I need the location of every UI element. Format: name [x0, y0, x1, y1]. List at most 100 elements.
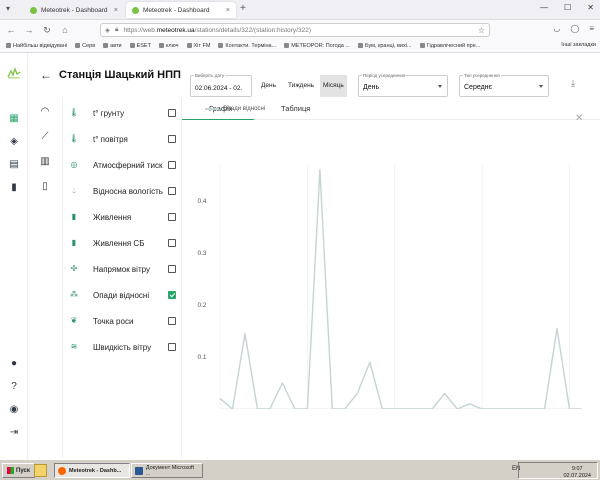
chart-controls: Виберіть дату 02.06.2024 - 02. День Тижд…	[182, 69, 600, 101]
home-icon[interactable]: ⌂	[58, 25, 72, 35]
sensor-label: Швидкість вітру	[93, 342, 152, 352]
bookmark-item[interactable]: ключ	[158, 43, 179, 49]
bookmark-item[interactable]: Хіт FM	[186, 43, 210, 49]
sensor-checkbox[interactable]	[168, 213, 176, 221]
folder-icon	[103, 43, 109, 49]
folder-icon	[75, 43, 81, 49]
bookmark-item[interactable]: METEOPOR: Погода ...	[284, 43, 350, 49]
chevron-down-icon	[438, 85, 442, 88]
sensor-item[interactable]: ≋ Швидкість вітру	[63, 334, 183, 360]
menu-icon[interactable]: ≡	[589, 24, 594, 33]
start-label: Пуск	[16, 467, 30, 474]
windows-taskbar: Пуск Meteotrek - Dashb... Документ Micro…	[0, 459, 600, 480]
radio-icon	[186, 43, 192, 49]
sensor-item[interactable]: ◎ Атмосферний тиск	[63, 152, 183, 178]
download-icon[interactable]: ⤓	[571, 78, 575, 89]
series-line[interactable]	[219, 169, 582, 409]
bookmark-item[interactable]: ESET	[129, 43, 151, 49]
meteotrek-logo	[7, 67, 21, 79]
trending-chart-icon[interactable]: ⟋	[38, 130, 52, 144]
bookmark-item[interactable]: Серв	[75, 43, 95, 49]
sensor-item[interactable]: 🌡︎ t° повітря	[63, 126, 183, 152]
y-tick-label: 0.3	[197, 250, 206, 257]
layers-icon[interactable]: ◈	[8, 136, 20, 148]
close-tab-icon[interactable]: ×	[226, 7, 230, 14]
close-window-icon[interactable]: ✕	[587, 3, 594, 12]
reload-icon[interactable]: ↻	[40, 25, 54, 36]
main-sidebar: ▦ ◈ ▤ ▮ ● ? ◉ ⇥	[0, 53, 28, 459]
sensor-item[interactable]: ▮ Живлення СБ	[63, 230, 183, 256]
sensor-label: Відносна вологість	[93, 186, 163, 196]
folder-icon[interactable]	[34, 464, 47, 477]
close-tab-icon[interactable]: ×	[114, 7, 118, 14]
page-header: ← Станція Шацький НПП	[40, 68, 181, 82]
taskbar-firefox[interactable]: Meteotrek - Dashb...	[54, 463, 130, 478]
sensor-item[interactable]: 🌡︎ t° грунту	[63, 100, 183, 126]
sensor-label: t° грунту	[93, 108, 125, 118]
date-range-field[interactable]: Виберіть дату 02.06.2024 - 02.	[190, 73, 252, 97]
sensor-item[interactable]: 💧︎ Відносна вологість	[63, 178, 183, 204]
bookmark-item[interactable]: Найбільш відвідувані	[6, 43, 67, 49]
sensor-item[interactable]: ✣ Напрямок вітру	[63, 256, 183, 282]
bookmark-item[interactable]: Бум, кранці, вихі...	[357, 43, 412, 49]
sensor-checkbox[interactable]	[168, 317, 176, 325]
start-button[interactable]: Пуск	[2, 463, 35, 478]
back-arrow-icon[interactable]: ←	[40, 68, 52, 82]
sensor-item[interactable]: ⁂ Опади відносні	[63, 282, 183, 308]
clock[interactable]: 9:07 02.07.2024	[563, 466, 591, 480]
sensor-item[interactable]: ▮ Живлення	[63, 204, 183, 230]
bell-icon[interactable]: ●	[8, 358, 20, 370]
page-title: Станція Шацький НПП	[59, 69, 181, 81]
bookmark-star-icon[interactable]: ☆	[478, 26, 485, 35]
other-bookmarks[interactable]: Інші закладки	[561, 42, 596, 48]
sensor-checkbox[interactable]	[168, 187, 176, 195]
sensor-label: Живлення СБ	[93, 238, 145, 248]
user-icon[interactable]: ◉	[8, 404, 20, 416]
browser-tab-2[interactable]: Meteotrek - Dashboard ×	[126, 2, 236, 18]
sensor-checkbox[interactable]	[168, 161, 176, 169]
averaging-period-select[interactable]: Період усереднення День	[358, 73, 448, 97]
sensor-label: t° повітря	[93, 134, 128, 144]
bookmark-item[interactable]: Гідравлічесний пре...	[419, 43, 480, 49]
browser-nav-bar: ← → ↻ ⌂ ◈ 🔒︎ https://web.meteotrek.ua/st…	[0, 20, 600, 40]
rss-icon[interactable]: ◠	[38, 105, 52, 119]
period-day-button[interactable]: День	[261, 82, 276, 89]
back-icon[interactable]: ←	[4, 25, 18, 35]
account-icon[interactable]: ◯	[570, 24, 579, 33]
browser-tab-1[interactable]: Meteotrek - Dashboard ×	[24, 2, 124, 18]
bookmark-item[interactable]: авти	[103, 43, 122, 49]
clock-date: 02.07.2024	[563, 473, 591, 479]
sensor-checkbox[interactable]	[168, 109, 176, 117]
bookmark-item[interactable]: Контакти. Терміна...	[218, 43, 276, 49]
new-tab-icon[interactable]: +	[240, 3, 246, 14]
logout-icon[interactable]: ⇥	[8, 427, 20, 439]
globe-icon	[419, 43, 425, 49]
sensor-checkbox[interactable]	[168, 265, 176, 273]
battery-icon: ▮	[71, 238, 77, 247]
averaging-type-select[interactable]: Тип усереднення Середнє	[459, 73, 549, 97]
period-week-button[interactable]: Тиждень	[288, 82, 314, 89]
book-icon[interactable]: ▮	[8, 182, 20, 194]
meteotrek-favicon	[30, 6, 37, 14]
url-bar[interactable]: ◈ 🔒︎ https://web.meteotrek.ua/stations/d…	[100, 23, 490, 37]
dashboard-icon[interactable]: ▦	[8, 113, 20, 125]
window-controls: — ☐ ✕	[540, 3, 594, 12]
minimize-icon[interactable]: —	[540, 3, 548, 12]
tab-list-icon[interactable]: ▾	[6, 4, 10, 13]
thermometer-icon: 🌡︎	[69, 134, 80, 143]
period-month-label: Місяць	[323, 82, 344, 89]
sensor-checkbox[interactable]	[168, 135, 176, 143]
sensor-item[interactable]: ❦ Точка роси	[63, 308, 183, 334]
sensor-checkbox[interactable]	[168, 291, 176, 299]
forward-icon[interactable]: →	[22, 25, 36, 35]
precipitation-chart: 02.06 00:00:0009.06 00:00:0016.06 00:00:…	[197, 165, 582, 409]
pocket-icon[interactable]: ◡	[553, 24, 560, 33]
help-icon[interactable]: ?	[8, 381, 20, 393]
clipboard-icon[interactable]: ▯	[38, 180, 52, 194]
bar-chart-icon[interactable]: ▥	[38, 155, 52, 169]
maximize-icon[interactable]: ☐	[564, 3, 571, 12]
sensor-checkbox[interactable]	[168, 239, 176, 247]
taskbar-word[interactable]: Документ Microsoft ...	[131, 463, 203, 478]
map-icon[interactable]: ▤	[8, 159, 20, 171]
sensor-checkbox[interactable]	[168, 343, 176, 351]
